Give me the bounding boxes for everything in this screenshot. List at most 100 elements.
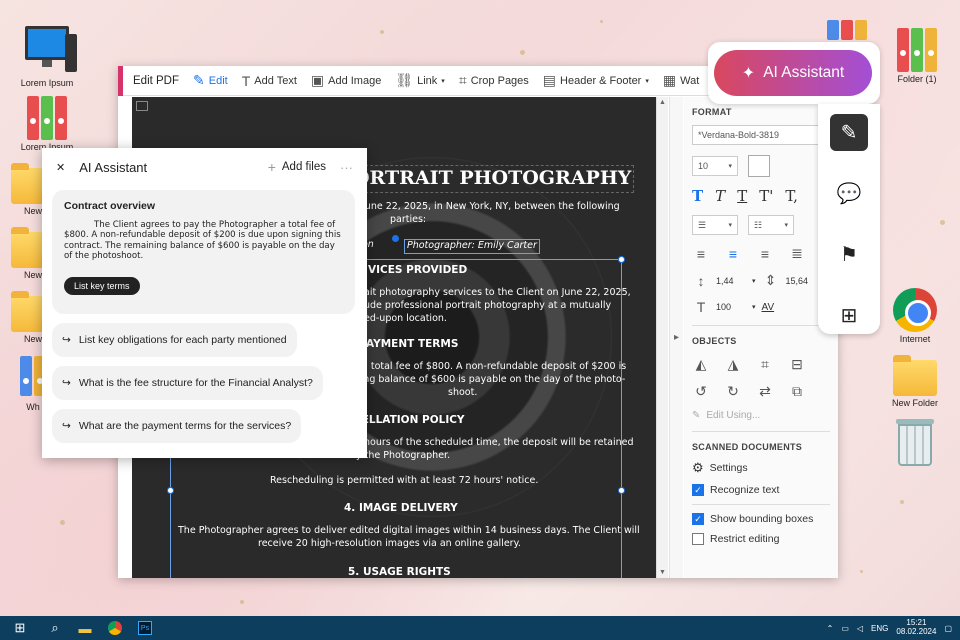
add-image-button[interactable]: ▣ Add Image — [311, 72, 381, 89]
section-cancellation-heading[interactable]: CELLATION POLICY — [354, 413, 465, 427]
flip-horizontal-icon[interactable]: ◮ — [724, 356, 742, 373]
edit-tool-button[interactable]: ✎ Edit — [193, 72, 228, 89]
services-line-1[interactable]: ait photography services to the Client o… — [364, 287, 631, 300]
show-bounding-boxes-checkbox[interactable]: ✓ Show bounding boxes — [692, 513, 830, 525]
cancellation-line-3[interactable]: Rescheduling is permitted with at least … — [270, 475, 538, 488]
language-indicator[interactable]: ENG — [871, 624, 888, 633]
desktop-icon-binders[interactable]: Lorem Ipsum — [12, 96, 82, 152]
party-photographer[interactable]: Photographer: Emily Carter — [404, 239, 540, 254]
align-left-icon[interactable]: ≡ — [692, 246, 710, 262]
crop-pages-button[interactable]: ⌗ Crop Pages — [459, 72, 529, 89]
numbered-list-select[interactable]: ☷ ▾ — [748, 215, 794, 235]
chevron-down-icon[interactable]: ▾ — [752, 303, 756, 311]
section-payment-heading[interactable]: AYMENT TERMS — [366, 337, 458, 351]
resize-handle[interactable] — [618, 256, 625, 263]
scale-value[interactable]: 100 — [716, 302, 746, 312]
cancellation-line-1[interactable]: hours of the scheduled time, the deposit… — [364, 437, 634, 450]
delivery-line-1[interactable]: The Photographer agrees to deliver edite… — [178, 525, 640, 538]
chevron-up-icon[interactable]: ⌃ — [827, 624, 834, 633]
windows-start-icon[interactable]: ⊞ — [0, 616, 40, 640]
italic-text-icon[interactable]: T — [715, 187, 725, 205]
close-icon[interactable]: ✕ — [56, 161, 65, 174]
payment-line-1[interactable]: a total fee of $800. A non-refundable de… — [362, 361, 626, 374]
section-usage-heading[interactable]: 5. USAGE RIGHTS — [348, 565, 451, 578]
bold-text-icon[interactable]: T — [692, 187, 703, 205]
superscript-icon[interactable]: T' — [759, 187, 773, 205]
payment-line-2[interactable]: ining balance of $600 is payable on the … — [352, 374, 625, 387]
crop-icon[interactable]: ⌗ — [756, 356, 774, 373]
photoshop-icon[interactable]: Ps — [130, 616, 160, 640]
justify-icon[interactable]: ≣ — [788, 245, 806, 262]
desktop-icon-recycle-bin[interactable] — [880, 419, 950, 466]
font-size-select[interactable]: 10 ▾ — [692, 156, 738, 176]
watermark-button[interactable]: ▦ Wat — [663, 72, 699, 89]
settings-button[interactable]: ⚙ Settings — [692, 460, 830, 476]
desktop-icon-computer[interactable]: Lorem Ipsum — [12, 26, 82, 88]
desktop-icon-label: New Folder — [891, 398, 938, 408]
network-icon[interactable]: ▭ — [841, 624, 849, 633]
document-parties[interactable]: parties: — [390, 214, 426, 227]
volume-icon[interactable]: ◁ — [857, 624, 863, 633]
link-button[interactable]: ⛓ Link ▾ — [395, 72, 444, 89]
scroll-down-icon[interactable]: ▼ — [659, 569, 666, 576]
suggestion-chip[interactable]: ↪ What is the fee structure for the Finan… — [52, 366, 323, 400]
underline-text-icon[interactable]: T — [737, 187, 747, 205]
notifications-icon[interactable]: ▢ — [944, 624, 952, 633]
grid-icon[interactable]: ⊞ — [830, 297, 868, 334]
desktop-icon-new-folder[interactable]: New Folder — [880, 355, 950, 408]
rotate-right-icon[interactable]: ↻ — [724, 383, 742, 400]
services-line-3[interactable]: ed-upon location. — [364, 313, 447, 326]
section-services-heading[interactable]: VICES PROVIDED — [368, 263, 467, 277]
edit-using-select[interactable]: Edit Using... — [706, 410, 760, 421]
align-right-icon[interactable]: ≡ — [756, 246, 774, 262]
line-spacing-value[interactable]: 1,44 — [716, 276, 746, 286]
bookmark-icon[interactable]: ⚑ — [830, 236, 868, 273]
font-family-select[interactable]: *Verdana-Bold-3819 — [692, 125, 830, 145]
char-spacing-value[interactable]: 15,64 — [786, 276, 809, 286]
rotate-left-icon[interactable]: ↺ — [692, 383, 710, 400]
document-intro[interactable]: June 22, 2025, in New York, NY, between … — [362, 201, 620, 214]
desktop-icon-internet[interactable]: Internet — [880, 288, 950, 344]
group-icon[interactable]: ⧉ — [788, 383, 806, 400]
font-color-swatch[interactable] — [748, 155, 770, 177]
file-explorer-icon[interactable]: ▬ — [70, 616, 100, 640]
section-delivery-heading[interactable]: 4. IMAGE DELIVERY — [344, 501, 458, 515]
chrome-taskbar-icon[interactable] — [100, 616, 130, 640]
list-key-terms-button[interactable]: List key terms — [64, 277, 140, 296]
arrange-icon[interactable]: ⊟ — [788, 356, 806, 373]
restrict-editing-checkbox[interactable]: Restrict editing — [692, 533, 830, 545]
search-icon[interactable]: ⌕ — [40, 616, 70, 640]
add-files-button[interactable]: + Add files — [268, 159, 326, 175]
services-line-2[interactable]: ude professional portrait photography at… — [364, 300, 611, 313]
header-footer-icon: ▤ — [542, 72, 557, 88]
resize-handle[interactable] — [392, 235, 399, 242]
document-title[interactable]: ORTRAIT PHOTOGRAPHY — [350, 165, 635, 193]
comments-icon[interactable]: 💬 — [830, 175, 868, 212]
desktop-icon-binders-top[interactable] — [812, 20, 882, 48]
scroll-up-icon[interactable]: ▲ — [659, 99, 666, 106]
align-center-icon[interactable]: ≡ — [724, 246, 742, 262]
suggestion-chip[interactable]: ↪ List key obligations for each party men… — [52, 323, 297, 357]
desktop-icon-folder-1[interactable]: Folder (1) — [882, 28, 952, 84]
add-text-button[interactable]: T Add Text — [242, 73, 297, 89]
panel-collapse-toggle[interactable]: ▸ — [669, 97, 683, 578]
delivery-line-2[interactable]: receive 20 high-resolution images via an… — [258, 538, 521, 551]
bullet-list-select[interactable]: ☰ ▾ — [692, 215, 738, 235]
chevron-down-icon[interactable]: ▾ — [752, 277, 756, 285]
recognize-text-checkbox[interactable]: ✓ Recognize text — [692, 484, 830, 496]
resize-handle[interactable] — [167, 487, 174, 494]
document-scrollbar[interactable]: ▲ ▼ — [656, 97, 668, 578]
kerning-icon[interactable]: AV — [762, 302, 775, 313]
clock[interactable]: 15:21 08.02.2024 — [896, 618, 936, 637]
ai-document-icon[interactable]: ✎ — [830, 114, 868, 151]
flip-vertical-icon[interactable]: ◭ — [692, 356, 710, 373]
more-options-icon[interactable]: ··· — [340, 160, 353, 175]
resize-handle[interactable] — [618, 487, 625, 494]
header-footer-button[interactable]: ▤ Header & Footer ▾ — [543, 72, 649, 89]
ai-assistant-button[interactable]: ✦ AI Assistant — [714, 50, 872, 96]
suggestion-chip[interactable]: ↪ What are the payment terms for the serv… — [52, 409, 302, 443]
payment-line-3[interactable]: shoot. — [448, 387, 477, 400]
replace-image-icon[interactable]: ⇄ — [756, 383, 774, 400]
format-heading: FORMAT — [692, 107, 732, 117]
subscript-icon[interactable]: T, — [785, 187, 798, 205]
